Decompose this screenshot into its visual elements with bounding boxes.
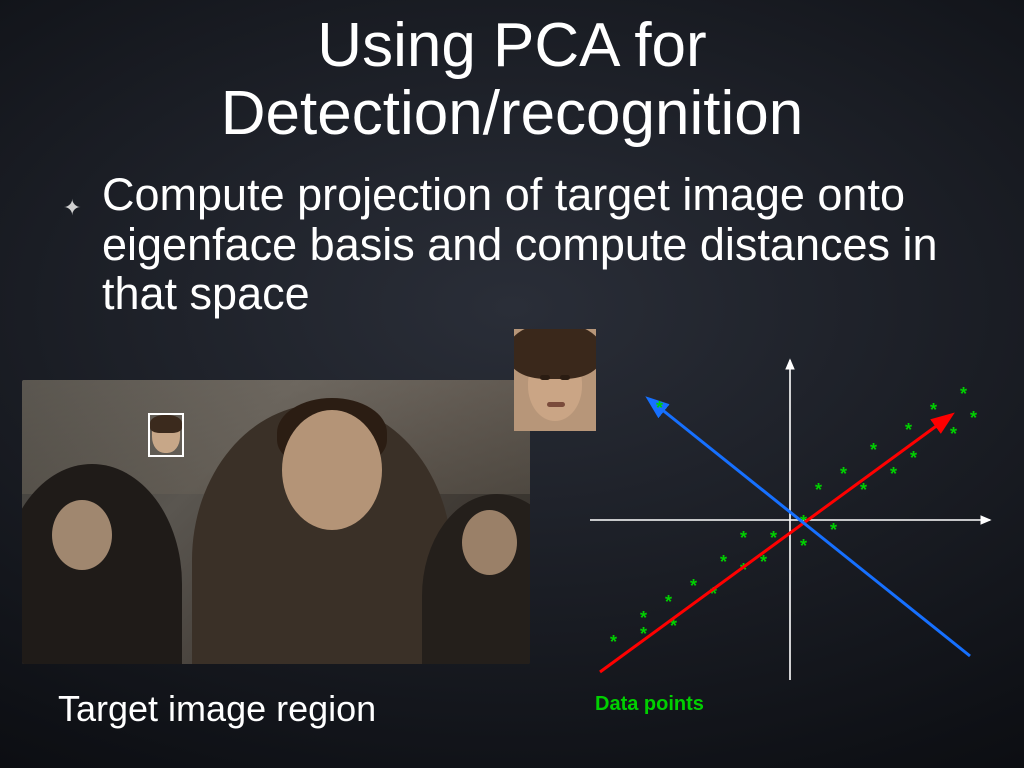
face-detection-box (148, 413, 184, 457)
svg-text:*: * (656, 398, 663, 418)
caption-data-points: Data points (595, 693, 704, 716)
target-image-photo (22, 380, 530, 664)
svg-text:*: * (830, 520, 837, 540)
svg-text:*: * (815, 480, 822, 500)
svg-text:*: * (910, 448, 917, 468)
svg-text:*: * (970, 408, 977, 428)
svg-text:*: * (800, 536, 807, 556)
slide-title: Using PCA for Detection/recognition (0, 12, 1024, 148)
svg-text:*: * (905, 420, 912, 440)
svg-text:*: * (690, 576, 697, 596)
svg-text:*: * (720, 552, 727, 572)
svg-text:*: * (840, 464, 847, 484)
caption-target-image-region: Target image region (58, 688, 376, 730)
svg-text:*: * (740, 528, 747, 548)
svg-text:*: * (870, 440, 877, 460)
title-line-2: Detection/recognition (221, 79, 803, 148)
svg-text:*: * (890, 464, 897, 484)
svg-text:*: * (610, 632, 617, 652)
pca-scatter-diagram: ************************** * (570, 350, 1010, 690)
svg-text:*: * (950, 424, 957, 444)
bullet-icon: ✦ (63, 195, 81, 221)
svg-text:*: * (930, 400, 937, 420)
bullet-text: Compute projection of target image onto … (102, 170, 1007, 319)
svg-text:*: * (960, 384, 967, 404)
svg-text:*: * (665, 592, 672, 612)
title-line-1: Using PCA for (317, 11, 706, 80)
svg-text:*: * (860, 480, 867, 500)
